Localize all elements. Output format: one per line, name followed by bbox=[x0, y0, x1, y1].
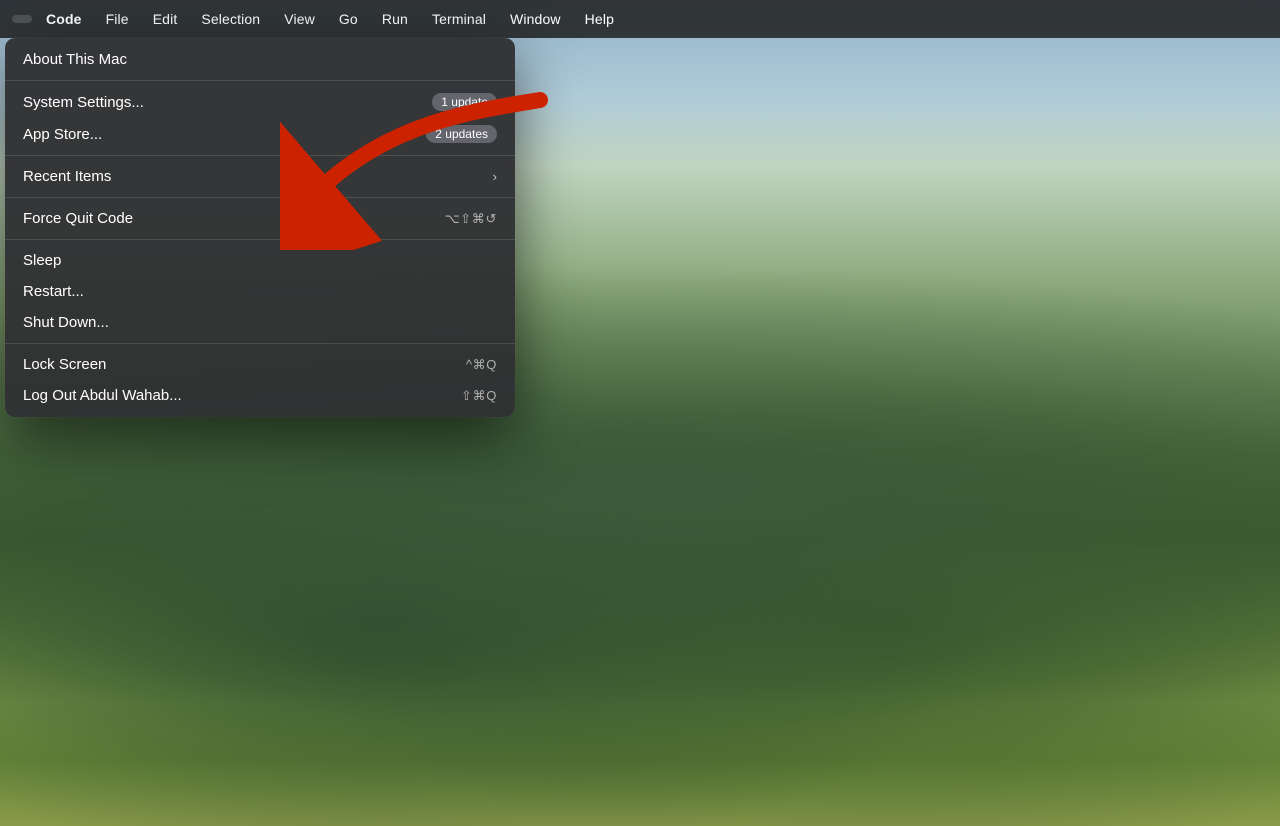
lock-screen-label: Lock Screen bbox=[23, 356, 106, 373]
menubar-item-terminal[interactable]: Terminal bbox=[422, 7, 496, 31]
menubar-item-selection[interactable]: Selection bbox=[191, 7, 270, 31]
menubar-item-go[interactable]: Go bbox=[329, 7, 368, 31]
menu-item-system-settings[interactable]: System Settings... 1 update bbox=[5, 86, 515, 118]
separator-2 bbox=[5, 155, 515, 156]
separator-1 bbox=[5, 80, 515, 81]
menu-item-log-out[interactable]: Log Out Abdul Wahab... ⇧⌘Q bbox=[5, 380, 515, 411]
force-quit-label: Force Quit Code bbox=[23, 210, 133, 227]
app-store-label: App Store... bbox=[23, 126, 102, 143]
chevron-right-icon: › bbox=[493, 169, 497, 184]
menu-item-recent-items[interactable]: Recent Items › bbox=[5, 161, 515, 192]
menu-item-lock-screen[interactable]: Lock Screen ^⌘Q bbox=[5, 349, 515, 380]
about-label: About This Mac bbox=[23, 51, 127, 68]
separator-5 bbox=[5, 343, 515, 344]
lock-screen-shortcut: ^⌘Q bbox=[466, 357, 497, 373]
menu-item-force-quit[interactable]: Force Quit Code ⌥⇧⌘↺ bbox=[5, 203, 515, 234]
shut-down-label: Shut Down... bbox=[23, 314, 109, 331]
menubar-item-edit[interactable]: Edit bbox=[143, 7, 188, 31]
system-settings-label: System Settings... bbox=[23, 94, 144, 111]
log-out-label: Log Out Abdul Wahab... bbox=[23, 387, 182, 404]
menubar-item-file[interactable]: File bbox=[96, 7, 139, 31]
menu-item-shut-down[interactable]: Shut Down... bbox=[5, 307, 515, 338]
system-settings-badge: 1 update bbox=[432, 93, 497, 111]
restart-label: Restart... bbox=[23, 283, 84, 300]
separator-4 bbox=[5, 239, 515, 240]
app-store-badge: 2 updates bbox=[426, 125, 497, 143]
recent-items-label: Recent Items bbox=[23, 168, 111, 185]
menu-item-app-store[interactable]: App Store... 2 updates bbox=[5, 118, 515, 150]
menubar-item-code[interactable]: Code bbox=[36, 7, 92, 31]
log-out-shortcut: ⇧⌘Q bbox=[461, 388, 497, 404]
apple-dropdown-menu: About This Mac System Settings... 1 upda… bbox=[5, 38, 515, 417]
apple-menu-icon[interactable] bbox=[12, 15, 32, 23]
menubar-item-help[interactable]: Help bbox=[575, 7, 624, 31]
menu-item-sleep[interactable]: Sleep bbox=[5, 245, 515, 276]
separator-3 bbox=[5, 197, 515, 198]
menubar-item-run[interactable]: Run bbox=[372, 7, 418, 31]
menubar-item-window[interactable]: Window bbox=[500, 7, 571, 31]
menubar-item-view[interactable]: View bbox=[274, 7, 325, 31]
force-quit-shortcut: ⌥⇧⌘↺ bbox=[445, 211, 497, 227]
menu-item-about[interactable]: About This Mac bbox=[5, 44, 515, 75]
menu-item-restart[interactable]: Restart... bbox=[5, 276, 515, 307]
sleep-label: Sleep bbox=[23, 252, 61, 269]
menubar: Code File Edit Selection View Go Run Ter… bbox=[0, 0, 1280, 38]
